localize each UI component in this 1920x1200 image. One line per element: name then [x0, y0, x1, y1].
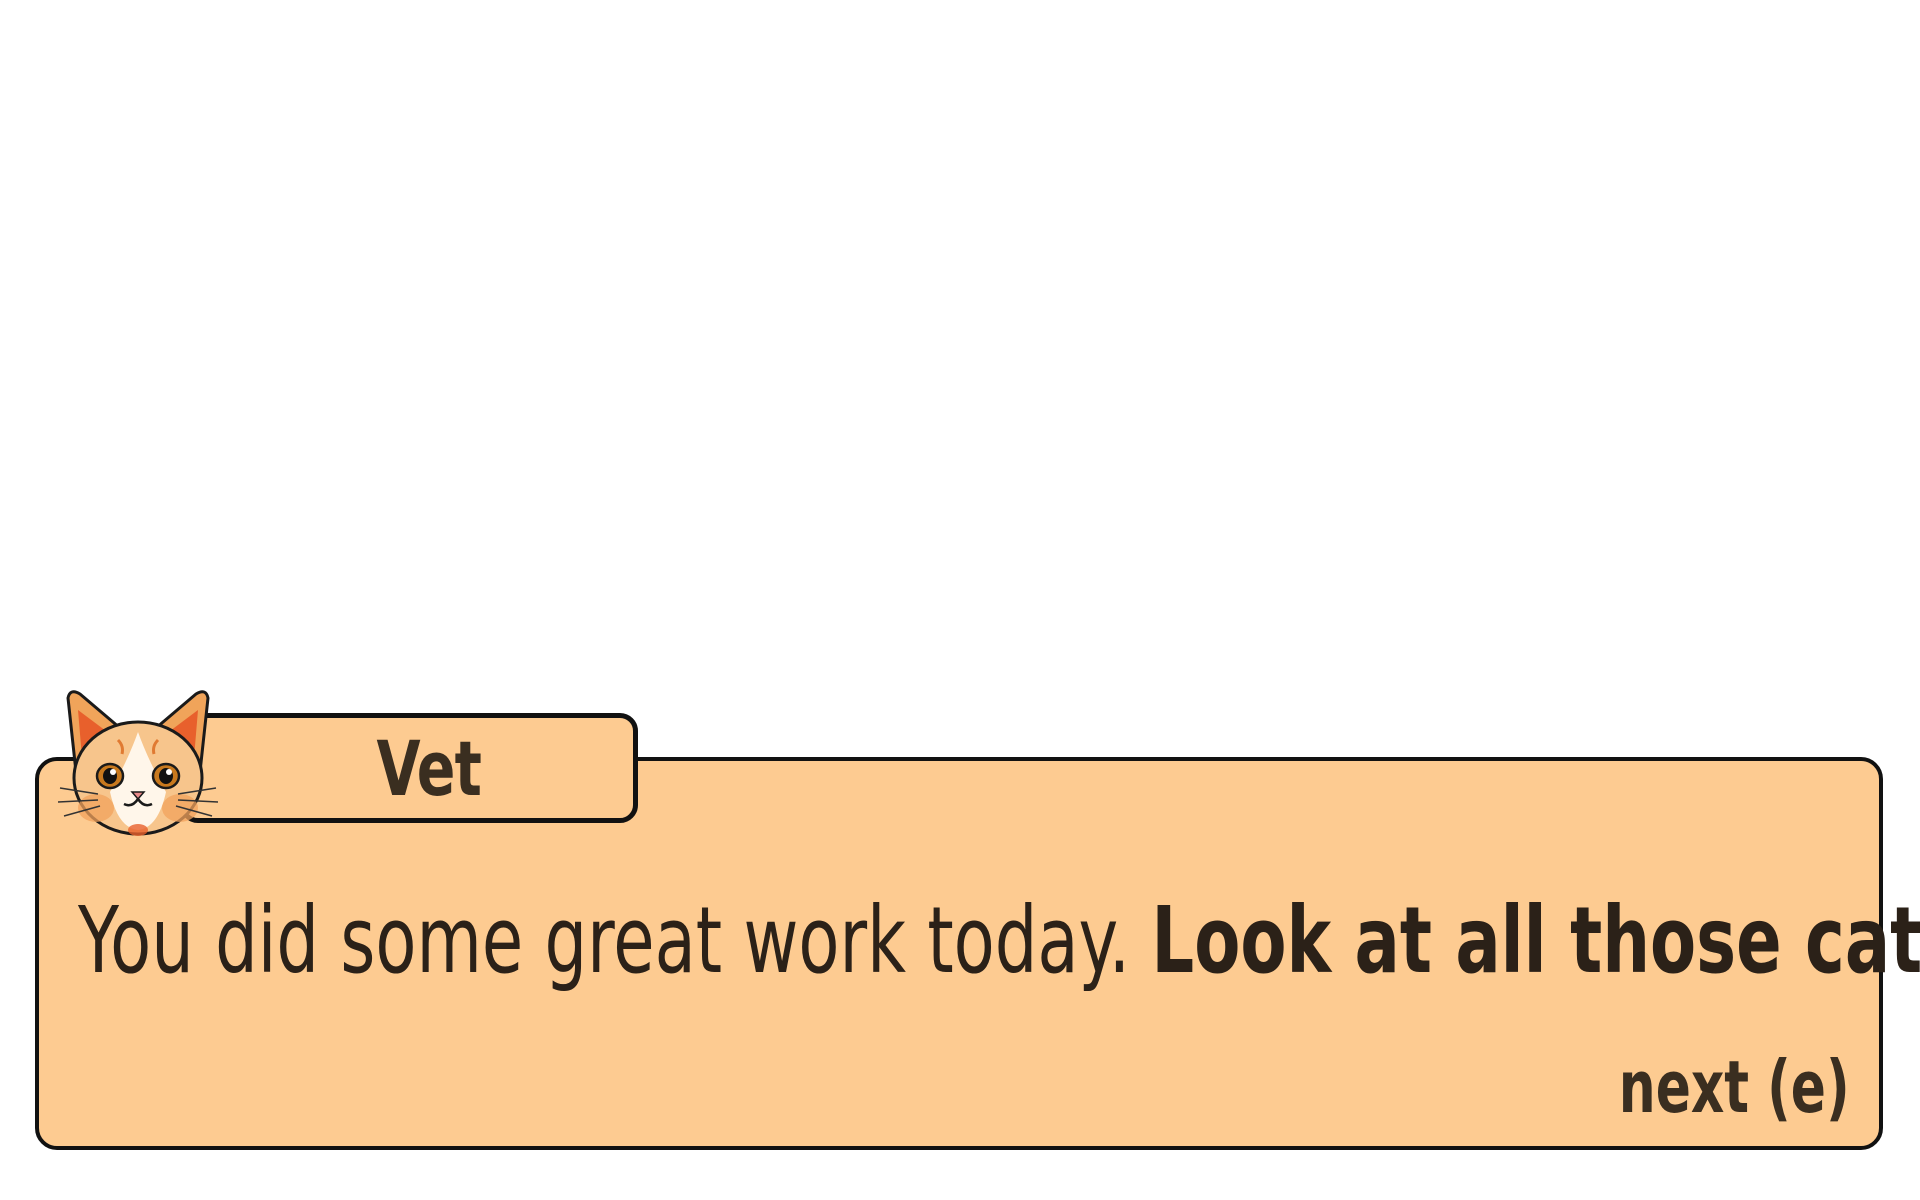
cat-face-icon: [58, 690, 218, 836]
dialog-text-emphasis: Look at all those cats!: [1151, 887, 1920, 994]
dialog-text: You did some great work today. Look at a…: [78, 895, 1920, 987]
speaker-name-tab: Vet: [180, 713, 638, 823]
next-button[interactable]: next (e): [1619, 1045, 1850, 1129]
dialog-text-plain: You did some great work today.: [78, 887, 1152, 994]
speaker-name: Vet: [376, 723, 482, 813]
game-screen: Vet You did some great work today. Look …: [0, 0, 1920, 1200]
